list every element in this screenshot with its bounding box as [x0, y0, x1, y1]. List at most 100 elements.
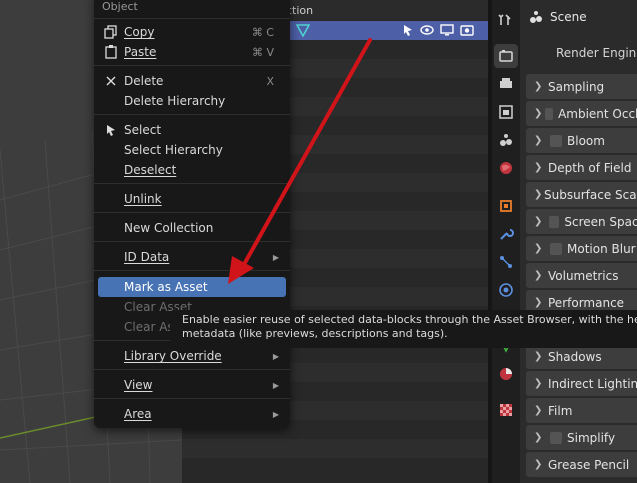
menu-separator	[94, 241, 290, 242]
menu-item-id-data[interactable]: ID Data ▶	[98, 247, 286, 267]
panel-film[interactable]: ❯ Film	[526, 398, 637, 423]
scene-label: Scene	[550, 10, 587, 24]
panel-enable-checkbox[interactable]	[550, 431, 562, 444]
object-icon	[500, 200, 512, 212]
panel-label: Depth of Field	[548, 160, 632, 175]
menu-item-library-override[interactable]: Library Override ▶	[98, 346, 286, 366]
tooltip: Enable easier reuse of selected data-blo…	[170, 310, 637, 348]
submenu-arrow-icon: ▶	[272, 351, 280, 361]
tab-render[interactable]	[494, 44, 518, 68]
menu-item-label: Delete	[124, 74, 164, 88]
panel-enable-checkbox[interactable]	[550, 134, 562, 147]
select-cursor-icon	[98, 124, 124, 136]
panel-label: Subsurface Scatt	[544, 187, 637, 202]
properties-tabs	[492, 0, 520, 483]
panel-label: Screen Space	[564, 214, 637, 229]
menu-item-label: View	[124, 378, 153, 392]
render-icon	[499, 50, 513, 62]
menu-item-select[interactable]: Select	[98, 120, 286, 140]
menu-item-label: ID Data	[124, 250, 170, 264]
menu-separator	[94, 270, 290, 271]
menu-separator	[94, 398, 290, 399]
panel-screen-space[interactable]: ❯ Screen Space	[526, 209, 637, 234]
chevron-right-icon: ❯	[534, 243, 543, 254]
paste-icon	[98, 45, 124, 59]
menu-item-select-hierarchy[interactable]: Select Hierarchy	[98, 140, 286, 160]
panel-depth-of-field[interactable]: ❯ Depth of Field	[526, 155, 637, 180]
menu-item-label: Mark as Asset	[124, 280, 208, 294]
menu-item-mark-as-asset[interactable]: Mark as Asset	[98, 277, 286, 297]
menu-item-deselect[interactable]: Deselect	[98, 160, 286, 180]
panel-enable-checkbox[interactable]	[548, 215, 560, 228]
panel-label: Bloom	[567, 133, 605, 148]
tab-output[interactable]	[494, 72, 518, 96]
outliner-selected-row[interactable]	[282, 21, 488, 40]
tab-world[interactable]	[494, 156, 518, 180]
panel-label: Volumetrics	[548, 268, 619, 283]
tool-icon	[498, 14, 511, 25]
monitor-icon[interactable]	[440, 24, 454, 36]
scene-icon	[500, 134, 512, 146]
menu-item-copy[interactable]: Copy ⌘ C	[98, 22, 286, 42]
outliner-row-stripe	[182, 439, 488, 458]
close-icon	[98, 75, 124, 87]
chevron-right-icon: ❯	[534, 81, 543, 92]
view-layer-icon	[499, 105, 513, 119]
menu-item-label: Unlink	[124, 192, 162, 206]
tab-modifiers[interactable]	[494, 222, 518, 246]
tab-material[interactable]	[494, 362, 518, 386]
chevron-right-icon: ❯	[534, 108, 543, 119]
panel-motion-blur[interactable]: ❯ Motion Blur	[526, 236, 637, 261]
texture-icon	[500, 404, 512, 416]
render-engine-label: Render Engine	[556, 46, 637, 60]
collection-label[interactable]: ction	[286, 4, 313, 17]
tooltip-line-2: metadata (like previews, descriptions an…	[182, 327, 448, 340]
menu-item-unlink[interactable]: Unlink	[98, 189, 286, 209]
panel-bloom[interactable]: ❯ Bloom	[526, 128, 637, 153]
menu-separator	[94, 183, 290, 184]
menu-item-delete[interactable]: Delete X	[98, 71, 286, 91]
panel-ambient-occlu[interactable]: ❯ Ambient Occlu	[526, 101, 637, 126]
menu-item-delete-hierarchy[interactable]: Delete Hierarchy	[98, 91, 286, 111]
panel-indirect-lighting[interactable]: ❯ Indirect Lighting	[526, 371, 637, 396]
panel-enable-checkbox[interactable]	[545, 107, 554, 120]
tab-particles[interactable]	[494, 250, 518, 274]
tab-texture[interactable]	[494, 398, 518, 422]
chevron-right-icon: ❯	[534, 459, 543, 470]
menu-item-label: Deselect	[124, 163, 177, 177]
menu-item-new-collection[interactable]: New Collection	[98, 218, 286, 238]
tab-scene[interactable]	[494, 128, 518, 152]
submenu-arrow-icon: ▶	[272, 409, 280, 419]
menu-item-label: Select	[124, 123, 162, 137]
eye-icon[interactable]	[420, 24, 434, 36]
tab-physics[interactable]	[494, 278, 518, 302]
panel-enable-checkbox[interactable]	[550, 242, 562, 255]
menu-item-view[interactable]: View ▶	[98, 375, 286, 395]
panel-label: Performance	[548, 295, 625, 310]
panel-volumetrics[interactable]: ❯ Volumetrics	[526, 263, 637, 288]
mesh-data-icon	[296, 24, 310, 37]
panel-grease-pencil[interactable]: ❯ Grease Pencil	[526, 452, 637, 477]
panel-label: Indirect Lighting	[548, 376, 637, 391]
particles-icon	[500, 256, 512, 268]
menu-item-label: Copy	[124, 25, 155, 39]
menu-item-paste[interactable]: Paste ⌘ V	[98, 42, 286, 62]
tab-object[interactable]	[494, 194, 518, 218]
chevron-right-icon: ❯	[534, 270, 543, 281]
context-menu: Object Copy ⌘ C Paste ⌘ V Delete X Delet…	[94, 0, 290, 428]
camera-icon[interactable]	[460, 24, 474, 36]
menu-item-area[interactable]: Area ▶	[98, 404, 286, 424]
panel-sampling[interactable]: ❯ Sampling	[526, 74, 637, 99]
panel-label: Film	[548, 403, 573, 418]
tab-tool[interactable]	[494, 8, 518, 32]
chevron-right-icon: ❯	[534, 405, 543, 416]
panel-simplify[interactable]: ❯ Simplify	[526, 425, 637, 450]
chevron-right-icon: ❯	[534, 216, 543, 227]
select-cursor-icon[interactable]	[402, 24, 414, 36]
tooltip-line-1: Enable easier reuse of selected data-blo…	[182, 313, 637, 326]
panel-subsurface-scatt[interactable]: ❯ Subsurface Scatt	[526, 182, 637, 207]
wrench-icon	[500, 229, 514, 240]
shortcut: ⌘ C	[251, 25, 274, 39]
tab-view-layer[interactable]	[494, 100, 518, 124]
chevron-right-icon: ❯	[534, 432, 543, 443]
